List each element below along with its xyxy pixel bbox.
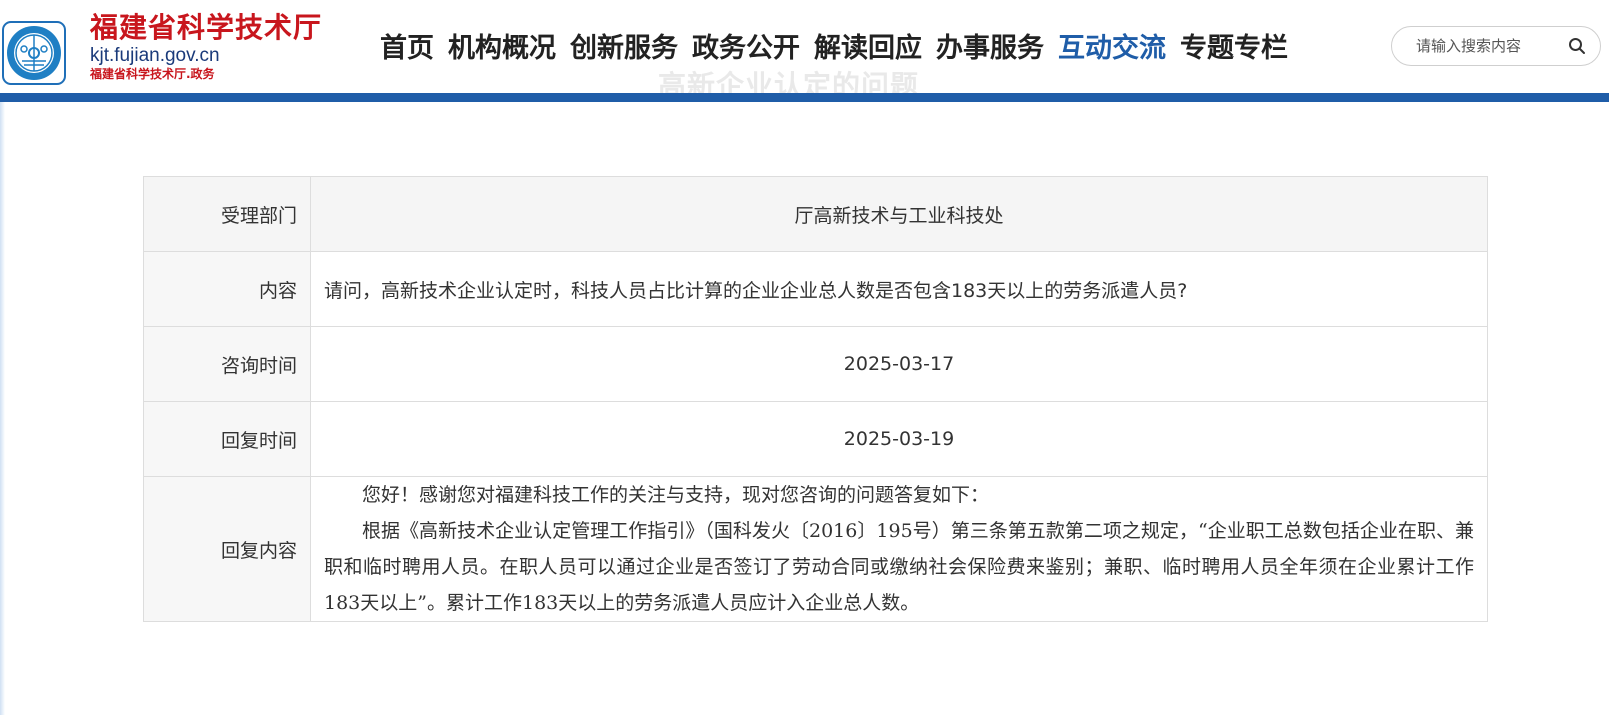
search-box: [1391, 26, 1601, 66]
reply-time-label: 回复时间: [143, 401, 311, 477]
reply-paragraph: 根据《高新技术企业认定管理工作指引》（国科发火〔2016〕195号）第三条第五款…: [324, 520, 1474, 614]
consultation-table: 受理部门 厅高新技术与工业科技处 内容 请问，高新技术企业认定时，科技人员占比计…: [143, 176, 1488, 622]
nav-item-interaction[interactable]: 互动交流: [1058, 26, 1166, 65]
content-label: 内容: [143, 251, 311, 327]
brand-domain: kjt.fujian.gov.cn: [90, 45, 220, 66]
nav-item-interpretation[interactable]: 解读回应: [814, 26, 922, 65]
content-value: 请问，高新技术企业认定时，科技人员占比计算的企业企业总人数是否包含183天以上的…: [310, 251, 1488, 327]
nav-item-home[interactable]: 首页: [380, 26, 434, 65]
reply-content-value: 您好！感谢您对福建科技工作的关注与支持，现对您咨询的问题答复如下： 根据《高新技…: [310, 476, 1488, 622]
header-divider-bar: [0, 93, 1609, 102]
table-row-reply-time: 回复时间 2025-03-19: [143, 401, 1488, 477]
nav-item-services[interactable]: 办事服务: [936, 26, 1044, 65]
brand-block[interactable]: 福建省科学技术厅 kjt.fujian.gov.cn 福建省科学技术厅.政务: [90, 10, 350, 82]
nav-item-innovation[interactable]: 创新服务: [570, 26, 678, 65]
brand-subtitle: 福建省科学技术厅.政务: [90, 67, 215, 81]
site-header: 福建省科学技术厅 kjt.fujian.gov.cn 福建省科学技术厅.政务 首…: [0, 0, 1609, 102]
fujian-sci-tech-emblem-icon[interactable]: [2, 21, 66, 85]
nav-item-topics[interactable]: 专题专栏: [1180, 26, 1288, 65]
table-row-content: 内容 请问，高新技术企业认定时，科技人员占比计算的企业企业总人数是否包含183天…: [143, 251, 1488, 327]
nav-item-gov-affairs[interactable]: 政务公开: [692, 26, 800, 65]
consult-time-label: 咨询时间: [143, 326, 311, 402]
reply-time-value: 2025-03-19: [310, 401, 1488, 477]
consult-time-value: 2025-03-17: [310, 326, 1488, 402]
nav-item-about[interactable]: 机构概况: [448, 26, 556, 65]
department-value: 厅高新技术与工业科技处: [310, 176, 1488, 252]
department-label: 受理部门: [143, 176, 311, 252]
search-icon[interactable]: [1568, 37, 1586, 55]
reply-paragraph: 您好！感谢您对福建科技工作的关注与支持，现对您咨询的问题答复如下：: [362, 484, 990, 506]
main-nav: 首页 机构概况 创新服务 政务公开 解读回应 办事服务 互动交流 专题专栏: [380, 20, 1288, 70]
reply-content-label: 回复内容: [143, 476, 311, 622]
table-row-department: 受理部门 厅高新技术与工业科技处: [143, 176, 1488, 252]
table-row-reply-content: 回复内容 您好！感谢您对福建科技工作的关注与支持，现对您咨询的问题答复如下： 根…: [143, 476, 1488, 622]
table-row-consult-time: 咨询时间 2025-03-17: [143, 326, 1488, 402]
brand-title: 福建省科学技术厅: [90, 11, 323, 44]
search-input[interactable]: [1414, 36, 1568, 56]
page: 福建省科学技术厅 kjt.fujian.gov.cn 福建省科学技术厅.政务 首…: [0, 0, 1609, 715]
left-edge-shadow: [0, 102, 5, 715]
